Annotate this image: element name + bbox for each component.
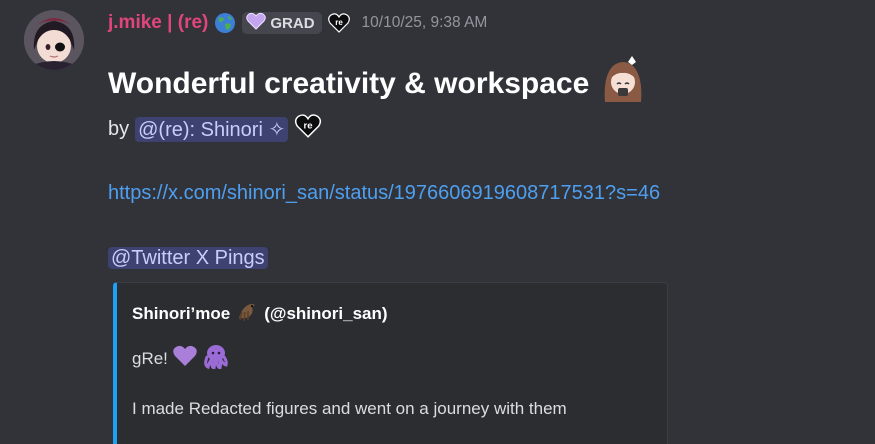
guild-tag-label: GRAD [270, 14, 315, 32]
user-mention[interactable]: @(re): Shinori ✧ [135, 116, 289, 142]
tweet-embed: Shinori’moe (@shinori_san) gRe! I made R… [113, 282, 668, 444]
svg-text:re: re [304, 120, 313, 131]
byline: by @(re): Shinori ✧ re [108, 114, 322, 144]
username[interactable]: j.mike | (re) [108, 12, 208, 34]
embed-line1-text: gRe! [132, 348, 168, 368]
re-heart-badge-icon: re [327, 13, 350, 33]
anime-girl-emoji-icon [599, 56, 647, 112]
embed-description: I made Redacted figures and went on a jo… [132, 399, 567, 418]
globe-icon [214, 12, 236, 34]
message-header: j.mike | (re) GRAD re 10/10/25, 9:38 AM [108, 9, 487, 37]
re-heart-badge-icon: re [294, 114, 322, 144]
embed-author-handle: (@shinori_san) [264, 303, 388, 323]
message-title: Wonderful creativity & workspace [108, 56, 647, 112]
heart-icon [246, 12, 267, 34]
guild-tag[interactable]: GRAD [242, 12, 322, 34]
octopus-icon [202, 343, 230, 374]
purple-heart-icon [172, 344, 198, 373]
timestamp: 10/10/25, 9:38 AM [361, 14, 488, 31]
role-ping: @Twitter X Pings [108, 247, 268, 270]
bird-emoji-icon [236, 300, 258, 327]
title-text: Wonderful creativity & workspace [108, 67, 590, 100]
embed-text-line: gRe! [132, 343, 230, 374]
embed-author-name: Shinori’moe [132, 303, 231, 323]
embed-author[interactable]: Shinori’moe (@shinori_san) [132, 300, 388, 327]
svg-text:re: re [335, 18, 343, 27]
by-prefix: by [108, 117, 130, 140]
role-mention[interactable]: @Twitter X Pings [108, 247, 268, 269]
chat-message: j.mike | (re) GRAD re 10/10/25, 9:38 AM … [0, 0, 875, 444]
avatar-image [24, 10, 84, 70]
avatar[interactable] [24, 10, 84, 70]
tweet-link[interactable]: https://x.com/shinori_san/status/1976606… [108, 182, 660, 205]
